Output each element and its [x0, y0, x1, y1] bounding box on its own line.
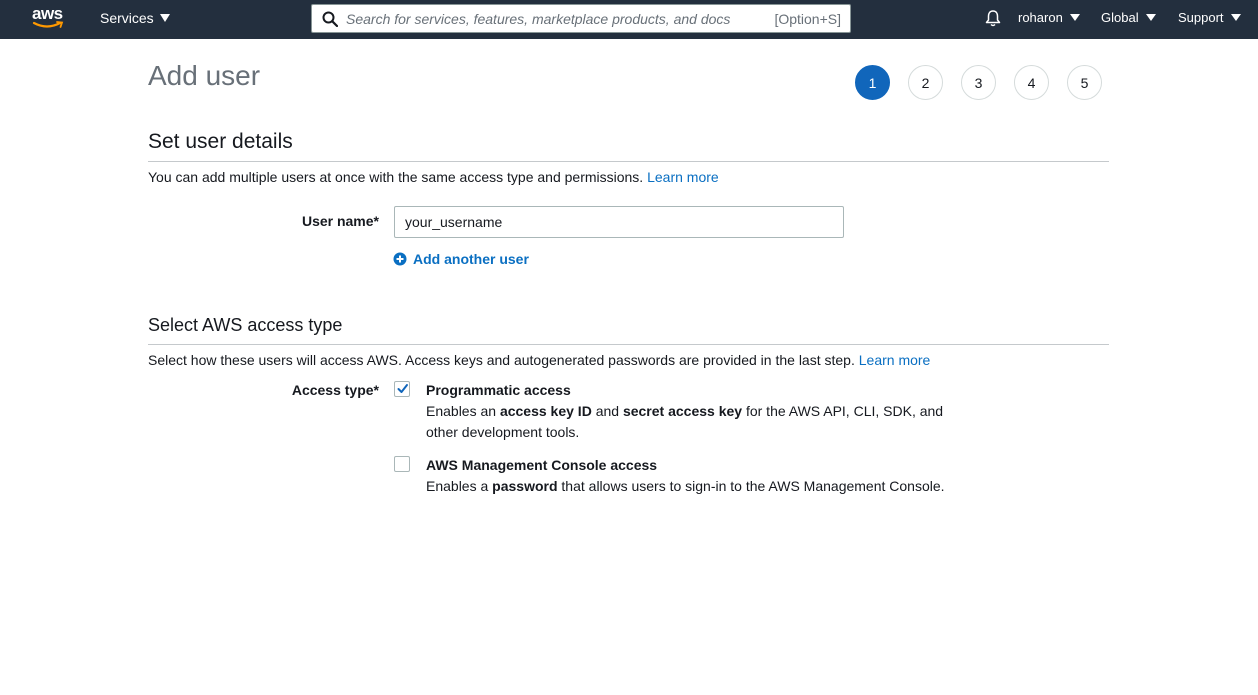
access-type-label: Access type*: [291, 382, 379, 398]
user-details-description-text: You can add multiple users at once with …: [148, 169, 644, 185]
caret-down-icon: [159, 14, 170, 22]
console-access-title: AWS Management Console access: [426, 457, 658, 473]
programmatic-access-title: Programmatic access: [426, 382, 571, 398]
top-navigation: aws Services [Option+S] roharon Global S…: [0, 0, 1258, 39]
add-another-user-label: Add another user: [413, 251, 529, 267]
aws-logo[interactable]: aws: [32, 4, 66, 32]
programmatic-access-description: Enables an access key ID and secret acce…: [426, 401, 966, 443]
region-menu-button[interactable]: Global: [1101, 10, 1156, 25]
section-divider: [148, 161, 1109, 162]
user-details-description: You can add multiple users at once with …: [148, 169, 719, 185]
desc-text: Enables an: [426, 403, 500, 419]
step-4[interactable]: 4: [1014, 65, 1049, 100]
support-label: Support: [1178, 10, 1224, 25]
add-another-user-button[interactable]: Add another user: [393, 251, 529, 267]
support-menu-button[interactable]: Support: [1178, 10, 1241, 25]
desc-bold: secret access key: [622, 403, 743, 419]
search-shortcut-hint: [Option+S]: [774, 11, 841, 27]
search-icon: [322, 11, 338, 27]
step-2[interactable]: 2: [908, 65, 943, 100]
region-label: Global: [1101, 10, 1139, 25]
caret-down-icon: [1069, 14, 1080, 21]
access-type-description-text: Select how these users will access AWS. …: [148, 352, 855, 368]
page-title: Add user: [148, 60, 261, 91]
access-type-heading: Select AWS access type: [148, 315, 343, 335]
programmatic-access-checkbox[interactable]: [394, 381, 410, 397]
section-divider: [148, 344, 1109, 345]
username-label: User name*: [301, 213, 379, 229]
desc-bold: password: [492, 478, 558, 494]
plus-circle-icon: [393, 252, 407, 266]
services-label: Services: [100, 10, 154, 26]
learn-more-link[interactable]: Learn more: [647, 169, 719, 185]
learn-more-link[interactable]: Learn more: [859, 352, 931, 368]
account-menu-button[interactable]: roharon: [1018, 10, 1080, 25]
account-label: roharon: [1018, 10, 1063, 25]
bell-icon[interactable]: [984, 9, 1002, 27]
console-access-checkbox[interactable]: [394, 456, 410, 472]
checkmark-icon: [397, 384, 408, 393]
services-menu-button[interactable]: Services: [100, 10, 170, 26]
wizard-steps: 1 2 3 4 5: [855, 65, 1102, 100]
caret-down-icon: [1230, 14, 1241, 21]
aws-smile-icon: [32, 21, 64, 28]
console-access-description: Enables a password that allows users to …: [426, 476, 966, 497]
desc-bold: access key ID: [499, 403, 592, 419]
search-input[interactable]: [346, 5, 766, 32]
desc-text: and: [591, 403, 623, 419]
user-details-heading: Set user details: [148, 130, 293, 153]
access-type-description: Select how these users will access AWS. …: [148, 352, 930, 368]
step-1[interactable]: 1: [855, 65, 890, 100]
desc-text: Enables a: [426, 478, 493, 494]
search-box[interactable]: [Option+S]: [311, 4, 851, 33]
caret-down-icon: [1145, 14, 1156, 21]
desc-text: that allows users to sign-in to the AWS …: [557, 478, 945, 494]
step-5[interactable]: 5: [1067, 65, 1102, 100]
username-input[interactable]: [394, 206, 844, 238]
step-3[interactable]: 3: [961, 65, 996, 100]
